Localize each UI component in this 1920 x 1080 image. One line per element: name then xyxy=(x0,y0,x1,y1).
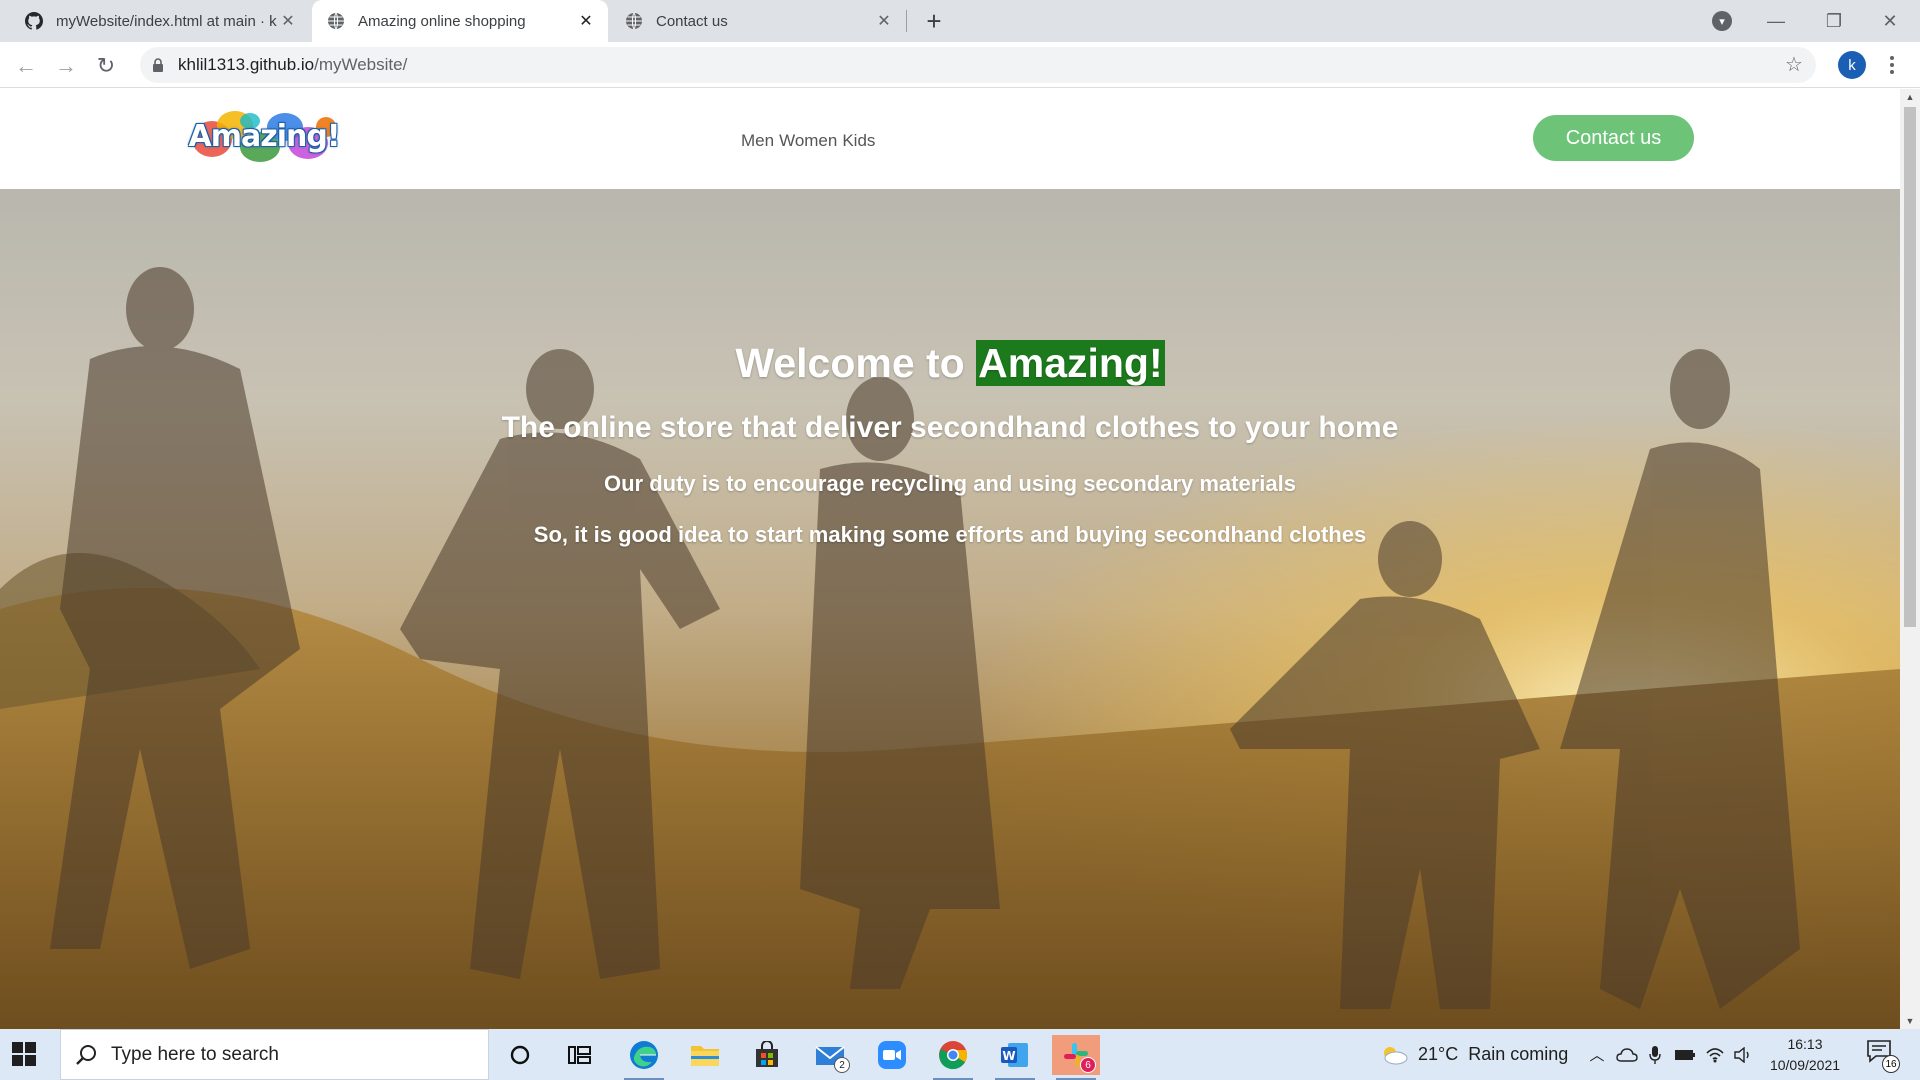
lock-icon[interactable] xyxy=(150,57,166,73)
zoom-icon[interactable] xyxy=(868,1035,916,1075)
close-window-icon[interactable]: ✕ xyxy=(1862,0,1918,42)
task-view-icon[interactable] xyxy=(556,1035,604,1075)
github-icon xyxy=(24,11,44,31)
hero-heading-highlight: Amazing! xyxy=(976,340,1165,386)
forward-icon[interactable]: → xyxy=(50,50,82,82)
microphone-icon[interactable] xyxy=(1644,1029,1666,1080)
scrollbar-thumb[interactable] xyxy=(1904,107,1916,627)
slack-icon[interactable]: 6 xyxy=(1052,1035,1100,1080)
minimize-icon[interactable]: — xyxy=(1748,0,1804,42)
profile-avatar[interactable]: k xyxy=(1838,51,1866,79)
search-placeholder: Type here to search xyxy=(111,1043,279,1065)
globe-icon xyxy=(624,11,644,31)
close-tab-icon[interactable]: ✕ xyxy=(874,11,894,31)
search-icon xyxy=(76,1044,96,1065)
site-logo[interactable]: Amazing! xyxy=(188,107,341,165)
main-nav: Men Women Kids xyxy=(741,131,880,151)
mail-badge: 2 xyxy=(834,1057,850,1073)
tab-title: Amazing online shopping xyxy=(358,12,526,30)
close-tab-icon[interactable]: ✕ xyxy=(278,11,298,31)
store-icon[interactable] xyxy=(743,1035,791,1075)
hero-heading: Welcome to Amazing! xyxy=(0,340,1900,387)
volume-icon[interactable] xyxy=(1732,1029,1756,1080)
chrome-icon[interactable] xyxy=(929,1035,977,1080)
back-icon[interactable]: ← xyxy=(10,50,42,82)
tab-contact-us[interactable]: Contact us ✕ xyxy=(610,0,906,42)
edge-icon[interactable] xyxy=(620,1035,668,1080)
word-icon[interactable]: W xyxy=(991,1035,1039,1080)
logo-text: Amazing! xyxy=(188,118,341,154)
nav-kids[interactable]: Kids xyxy=(842,131,875,150)
tab-github[interactable]: myWebsite/index.html at main · k ✕ xyxy=(0,0,310,42)
wifi-icon[interactable] xyxy=(1704,1029,1726,1080)
bookmark-star-icon[interactable]: ☆ xyxy=(1784,55,1804,75)
browser-tab-strip: myWebsite/index.html at main · k ✕ Amazi… xyxy=(0,0,1920,42)
clock-time: 16:13 xyxy=(1787,1036,1823,1052)
nav-women[interactable]: Women xyxy=(779,131,837,150)
windows-taskbar: Type here to search 2 W 6 21°C Rain comi… xyxy=(0,1029,1920,1080)
hero-subtitle: The online store that deliver secondhand… xyxy=(501,411,1399,444)
restore-icon[interactable]: ❐ xyxy=(1806,0,1862,42)
cloud-sun-icon xyxy=(1384,1046,1408,1064)
tab-title: Contact us xyxy=(656,12,728,30)
taskbar-search-box[interactable]: Type here to search xyxy=(60,1029,489,1080)
reload-icon[interactable]: ↻ xyxy=(90,50,122,82)
onedrive-icon[interactable] xyxy=(1614,1029,1640,1080)
weather-widget[interactable]: 21°C Rain coming xyxy=(1380,1029,1568,1080)
browser-menu-icon[interactable] xyxy=(1882,52,1902,78)
slack-badge: 6 xyxy=(1080,1057,1096,1073)
site-header: Amazing! Men Women Kids Contact us xyxy=(0,89,1900,189)
hero-line-2: So, it is good idea to start making some… xyxy=(533,522,1367,547)
battery-icon[interactable] xyxy=(1672,1029,1698,1080)
hero-heading-prefix: Welcome to xyxy=(735,340,977,386)
tab-amazing-online-shopping[interactable]: Amazing online shopping ✕ xyxy=(312,0,608,42)
nav-men[interactable]: Men xyxy=(741,131,774,150)
address-bar[interactable]: khlil1313.github.io/myWebsite/ ☆ xyxy=(140,47,1816,83)
weather-condition: Rain coming xyxy=(1468,1044,1569,1064)
show-hidden-icons-icon[interactable]: ︿ xyxy=(1586,1029,1608,1080)
scroll-up-arrow-icon[interactable]: ▲ xyxy=(1900,89,1920,105)
close-tab-icon[interactable]: ✕ xyxy=(576,11,596,31)
new-tab-icon[interactable]: + xyxy=(918,6,950,36)
file-explorer-icon[interactable] xyxy=(681,1035,729,1075)
hero-banner: Welcome to Amazing! The online store tha… xyxy=(0,189,1900,1029)
scroll-down-arrow-icon[interactable]: ▼ xyxy=(1900,1013,1920,1029)
page-viewport: Amazing! Men Women Kids Contact us Welco… xyxy=(0,89,1900,1029)
svg-text:W: W xyxy=(1002,1049,1015,1063)
hero-line-1: Our duty is to encourage recycling and u… xyxy=(604,471,1296,496)
cortana-icon[interactable] xyxy=(496,1035,544,1075)
browser-toolbar: ← → ↻ khlil1313.github.io/myWebsite/ ☆ k xyxy=(0,42,1920,88)
weather-temp: 21°C xyxy=(1418,1044,1459,1064)
globe-icon xyxy=(326,11,346,31)
mail-icon[interactable]: 2 xyxy=(806,1035,854,1075)
clock-date: 10/09/2021 xyxy=(1769,1057,1841,1073)
action-center-icon[interactable]: 16 xyxy=(1866,1039,1900,1073)
url-host: khlil1313.github.io xyxy=(178,55,315,74)
tab-search-icon[interactable]: ▾ xyxy=(1712,11,1732,31)
system-clock[interactable]: 16:13 10/09/2021 xyxy=(1765,1034,1845,1076)
tab-divider xyxy=(906,10,907,32)
page-scrollbar[interactable]: ▲ ▼ xyxy=(1900,89,1920,1029)
notification-count-badge: 16 xyxy=(1882,1055,1900,1073)
windows-start-icon[interactable] xyxy=(12,1042,36,1066)
hero-background-image xyxy=(0,189,1900,1029)
contact-us-button[interactable]: Contact us xyxy=(1533,115,1694,161)
url-path: /myWebsite/ xyxy=(314,55,408,74)
tab-title: myWebsite/index.html at main · k xyxy=(56,12,277,30)
url-text: khlil1313.github.io/myWebsite/ xyxy=(178,55,407,75)
